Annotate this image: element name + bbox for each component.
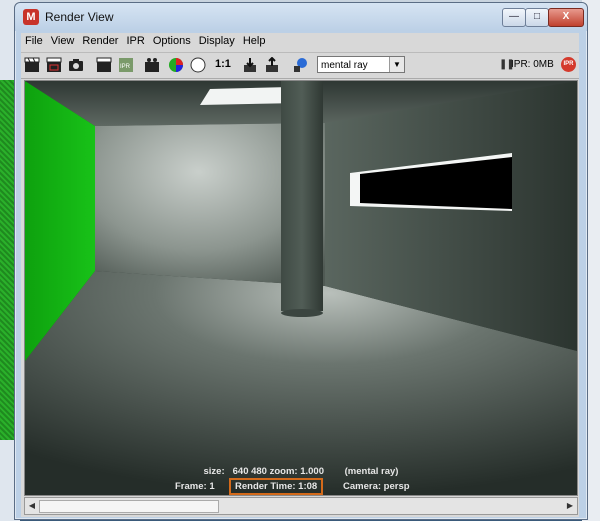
display-icon[interactable] (291, 56, 309, 74)
title-bar[interactable]: M Render View — □ X (15, 3, 587, 31)
render-region-icon[interactable] (45, 56, 63, 74)
render-viewport[interactable]: size: 640 480 zoom: 1.000 (mental ray) Fr… (24, 80, 578, 496)
scroll-right-icon[interactable]: ▶ (564, 500, 576, 512)
renderer-info: (mental ray) (344, 466, 399, 477)
window-title: Render View (45, 10, 114, 24)
chevron-down-icon[interactable]: ▼ (389, 57, 404, 72)
scrollbar-thumb[interactable] (39, 500, 219, 513)
ipr-refresh-icon[interactable]: IPR (117, 56, 135, 74)
menu-display[interactable]: Display (195, 33, 239, 51)
menu-bar: File View Render IPR Options Display Hel… (21, 33, 579, 51)
snapshot-camera-icon[interactable] (67, 56, 85, 74)
svg-text:IPR: IPR (120, 64, 131, 70)
menu-options[interactable]: Options (149, 33, 195, 51)
frame-info: Frame: 1 (175, 481, 215, 492)
ipr-memory-status: IPR: 0MB (511, 59, 554, 70)
real-size-button[interactable]: 1:1 (215, 58, 231, 70)
renderer-dropdown[interactable]: mental ray ▼ (317, 56, 405, 73)
keep-image-icon[interactable] (241, 56, 259, 74)
render-clapper-icon[interactable] (23, 56, 41, 74)
menu-view[interactable]: View (47, 33, 79, 51)
close-button[interactable]: X (548, 8, 584, 27)
renderer-dropdown-value: mental ray (321, 60, 368, 71)
render-time-info: Render Time: 1:08 (229, 478, 324, 495)
maya-app-icon: M (23, 9, 39, 25)
background-texture (0, 80, 14, 440)
render-settings-icon[interactable] (143, 56, 161, 74)
horizontal-scrollbar[interactable]: ◀ ▶ (24, 497, 578, 515)
rgb-channel-icon[interactable] (167, 56, 185, 74)
window-client: File View Render IPR Options Display Hel… (21, 33, 579, 517)
menu-ipr[interactable]: IPR (122, 33, 148, 51)
render-view-window: M Render View — □ X File View Render IPR… (14, 2, 588, 520)
toolbar: IPR 1:1 mental ray ▼ ❚❚ IPR: 0MB IPR (21, 52, 579, 79)
scroll-left-icon[interactable]: ◀ (26, 500, 38, 512)
camera-info: Camera: persp (343, 481, 410, 492)
maximize-button[interactable]: □ (525, 8, 549, 27)
alpha-channel-icon[interactable] (189, 56, 207, 74)
size-value: 640 480 zoom: 1.000 (232, 466, 324, 477)
size-label: size: (203, 466, 225, 477)
rendered-image (25, 81, 577, 495)
menu-help[interactable]: Help (239, 33, 270, 51)
remove-image-icon[interactable] (263, 56, 281, 74)
menu-file[interactable]: File (21, 33, 47, 51)
minimize-button[interactable]: — (502, 8, 526, 27)
ipr-badge-icon[interactable]: IPR (561, 57, 576, 72)
ipr-render-icon[interactable] (95, 56, 113, 74)
menu-render[interactable]: Render (78, 33, 122, 51)
render-size-info: size: 640 480 zoom: 1.000 (mental ray) (25, 466, 577, 477)
